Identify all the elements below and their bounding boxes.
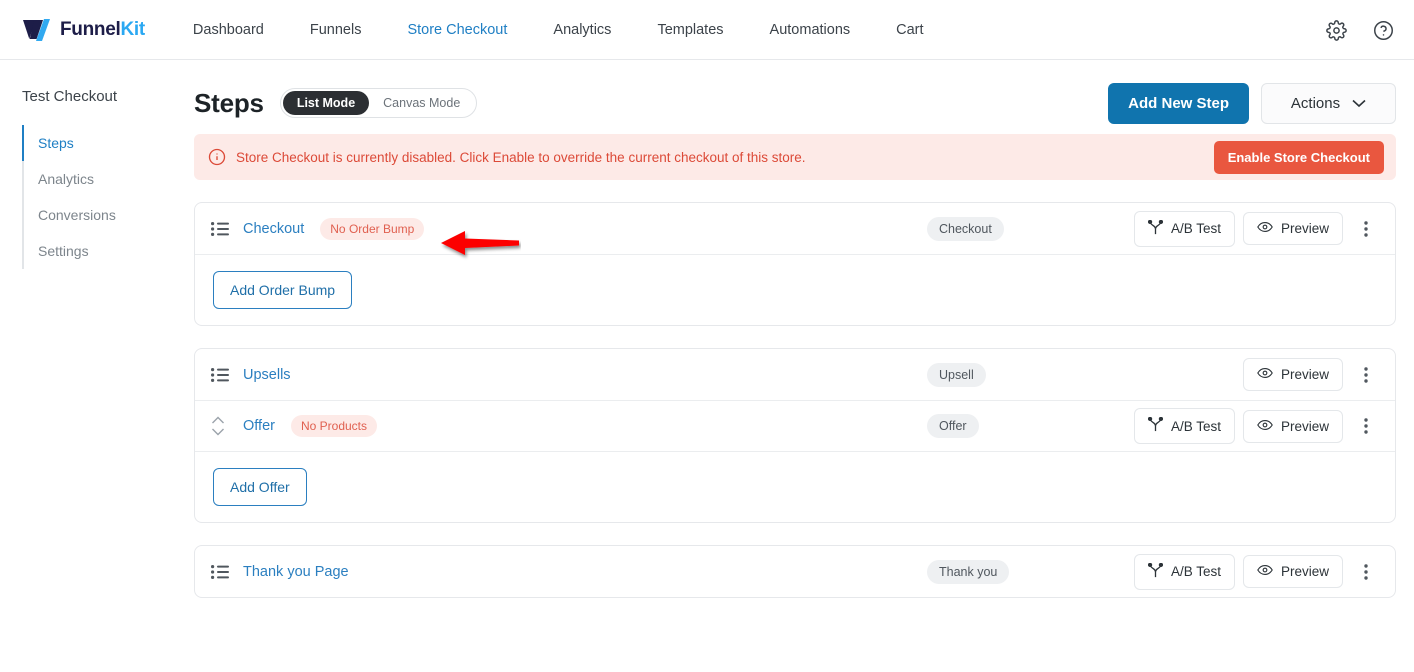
ab-test-button[interactable]: A/B Test — [1133, 553, 1235, 590]
list-icon[interactable] — [211, 221, 237, 236]
funnelkit-logo[interactable]: FunnelKit — [22, 17, 145, 43]
more-vertical-icon[interactable] — [1355, 360, 1377, 390]
ab-test-label: A/B Test — [1170, 564, 1221, 579]
type-badge-thank-you: Thank you — [927, 559, 1010, 584]
gear-icon[interactable] — [1326, 19, 1347, 41]
sidebar-item-steps[interactable]: Steps — [22, 125, 190, 161]
type-badge-offer: Offer — [927, 414, 979, 438]
row-actions: A/B Test Preview — [1133, 408, 1377, 444]
preview-button[interactable]: Preview — [1242, 212, 1343, 245]
add-order-bump-button[interactable]: Add Order Bump — [213, 271, 353, 309]
add-new-step-button[interactable]: Add New Step — [1108, 82, 1249, 124]
list-icon[interactable] — [211, 564, 237, 579]
split-branch-icon — [1147, 416, 1164, 435]
info-circle-icon — [208, 148, 226, 166]
view-mode-toggle: List Mode Canvas Mode — [279, 88, 478, 118]
help-circle-icon[interactable] — [1373, 20, 1394, 41]
table-row[interactable]: Offer No Products Offer A/B Test Preview — [195, 400, 1395, 451]
row-actions: Preview — [1242, 358, 1377, 391]
status-badge-no-order-bump: No Order Bump — [320, 217, 425, 240]
list-icon[interactable] — [211, 367, 237, 382]
ab-test-button[interactable]: A/B Test — [1133, 408, 1235, 444]
step-name-checkout[interactable]: Checkout — [243, 221, 304, 237]
ab-test-button[interactable]: A/B Test — [1133, 210, 1235, 247]
preview-button[interactable]: Preview — [1242, 358, 1343, 391]
eye-icon — [1257, 367, 1273, 382]
preview-label: Preview — [1280, 564, 1329, 579]
more-vertical-icon[interactable] — [1355, 214, 1377, 244]
preview-button[interactable]: Preview — [1242, 409, 1343, 443]
preview-label: Preview — [1280, 367, 1329, 382]
step-name-thank-you-page[interactable]: Thank you Page — [243, 564, 349, 580]
mode-option-canvas[interactable]: Canvas Mode — [369, 91, 474, 115]
row-inner: Upsells Upsell Preview — [211, 358, 1377, 391]
type-badge-upsell: Upsell — [927, 362, 986, 387]
row-actions: A/B Test Preview — [1133, 553, 1377, 590]
sort-updown-icon[interactable] — [211, 415, 237, 437]
top-nav-items: Dashboard Funnels Store Checkout Analyti… — [193, 16, 970, 44]
table-row[interactable]: Thank you Page Thank you A/B Test Previe… — [195, 546, 1395, 597]
preview-label: Preview — [1280, 221, 1329, 236]
logo-text-funnel: Funnel — [60, 18, 121, 40]
row-inner: Checkout No Order Bump Checkout A/B Test… — [211, 210, 1377, 255]
eye-icon — [1257, 221, 1273, 236]
step-card-checkout: Checkout No Order Bump Checkout A/B Test… — [194, 202, 1396, 326]
step-name-offer[interactable]: Offer — [243, 418, 275, 434]
enable-store-checkout-button[interactable]: Enable Store Checkout — [1213, 140, 1384, 174]
eye-icon — [1257, 419, 1273, 434]
step-card-upsells: Upsells Upsell Preview Offer No Products… — [194, 348, 1396, 523]
status-badge-no-products: No Products — [290, 415, 377, 437]
top-bar-right-icons — [1326, 0, 1394, 60]
table-row[interactable]: Checkout No Order Bump Checkout A/B Test… — [195, 203, 1395, 255]
step-card-thank-you: Thank you Page Thank you A/B Test Previe… — [194, 545, 1396, 598]
nav-item-funnels[interactable]: Funnels — [310, 16, 362, 44]
card-footer-upsells: Add Offer — [195, 451, 1395, 522]
card-footer-checkout: Add Order Bump — [195, 254, 1395, 325]
split-branch-icon — [1147, 219, 1164, 238]
sidebar-list: Steps Analytics Conversions Settings — [22, 125, 190, 269]
step-name-upsells[interactable]: Upsells — [243, 367, 291, 383]
actions-label: Actions — [1290, 94, 1341, 112]
main-content: Steps List Mode Canvas Mode Add New Step… — [190, 60, 1414, 672]
row-actions: A/B Test Preview — [1133, 210, 1377, 247]
sidebar-item-analytics[interactable]: Analytics — [22, 161, 190, 197]
ab-test-label: A/B Test — [1170, 221, 1221, 236]
table-row[interactable]: Upsells Upsell Preview — [195, 349, 1395, 400]
mode-option-list[interactable]: List Mode — [282, 91, 370, 115]
chevron-down-icon — [1352, 95, 1366, 112]
more-vertical-icon[interactable] — [1355, 557, 1377, 587]
sidebar-item-settings[interactable]: Settings — [22, 233, 190, 269]
nav-item-templates[interactable]: Templates — [657, 16, 723, 44]
nav-item-automations[interactable]: Automations — [770, 16, 851, 44]
sidebar: Test Checkout Steps Analytics Conversion… — [0, 60, 190, 672]
eye-icon — [1257, 564, 1273, 579]
sidebar-title: Test Checkout — [22, 88, 118, 105]
row-inner: Offer No Products Offer A/B Test Preview — [211, 408, 1377, 444]
funnelkit-logo-mark — [23, 18, 50, 41]
split-branch-icon — [1147, 562, 1164, 581]
type-badge-checkout: Checkout — [927, 216, 1004, 241]
store-checkout-disabled-alert: Store Checkout is currently disabled. Cl… — [194, 134, 1396, 180]
ab-test-label: A/B Test — [1170, 418, 1221, 434]
logo-text-kit: Kit — [120, 18, 145, 40]
row-inner: Thank you Page Thank you A/B Test Previe… — [211, 553, 1377, 590]
sidebar-item-conversions[interactable]: Conversions — [22, 197, 190, 233]
nav-item-cart[interactable]: Cart — [896, 16, 923, 44]
add-offer-button[interactable]: Add Offer — [213, 468, 307, 506]
page-header: Steps List Mode Canvas Mode Add New Step… — [194, 60, 1396, 126]
nav-item-analytics[interactable]: Analytics — [553, 16, 611, 44]
page-title: Steps — [194, 87, 264, 118]
actions-dropdown-button[interactable]: Actions — [1261, 82, 1396, 124]
nav-item-store-checkout[interactable]: Store Checkout — [407, 16, 507, 44]
nav-item-dashboard[interactable]: Dashboard — [193, 16, 264, 44]
top-navigation-bar: FunnelKit Dashboard Funnels Store Checko… — [0, 0, 1414, 60]
alert-message: Store Checkout is currently disabled. Cl… — [236, 149, 806, 165]
funnelkit-logo-text: FunnelKit — [60, 19, 145, 41]
preview-button[interactable]: Preview — [1242, 555, 1343, 588]
page-body: Test Checkout Steps Analytics Conversion… — [0, 60, 1414, 672]
more-vertical-icon[interactable] — [1355, 411, 1377, 441]
preview-label: Preview — [1280, 418, 1329, 434]
